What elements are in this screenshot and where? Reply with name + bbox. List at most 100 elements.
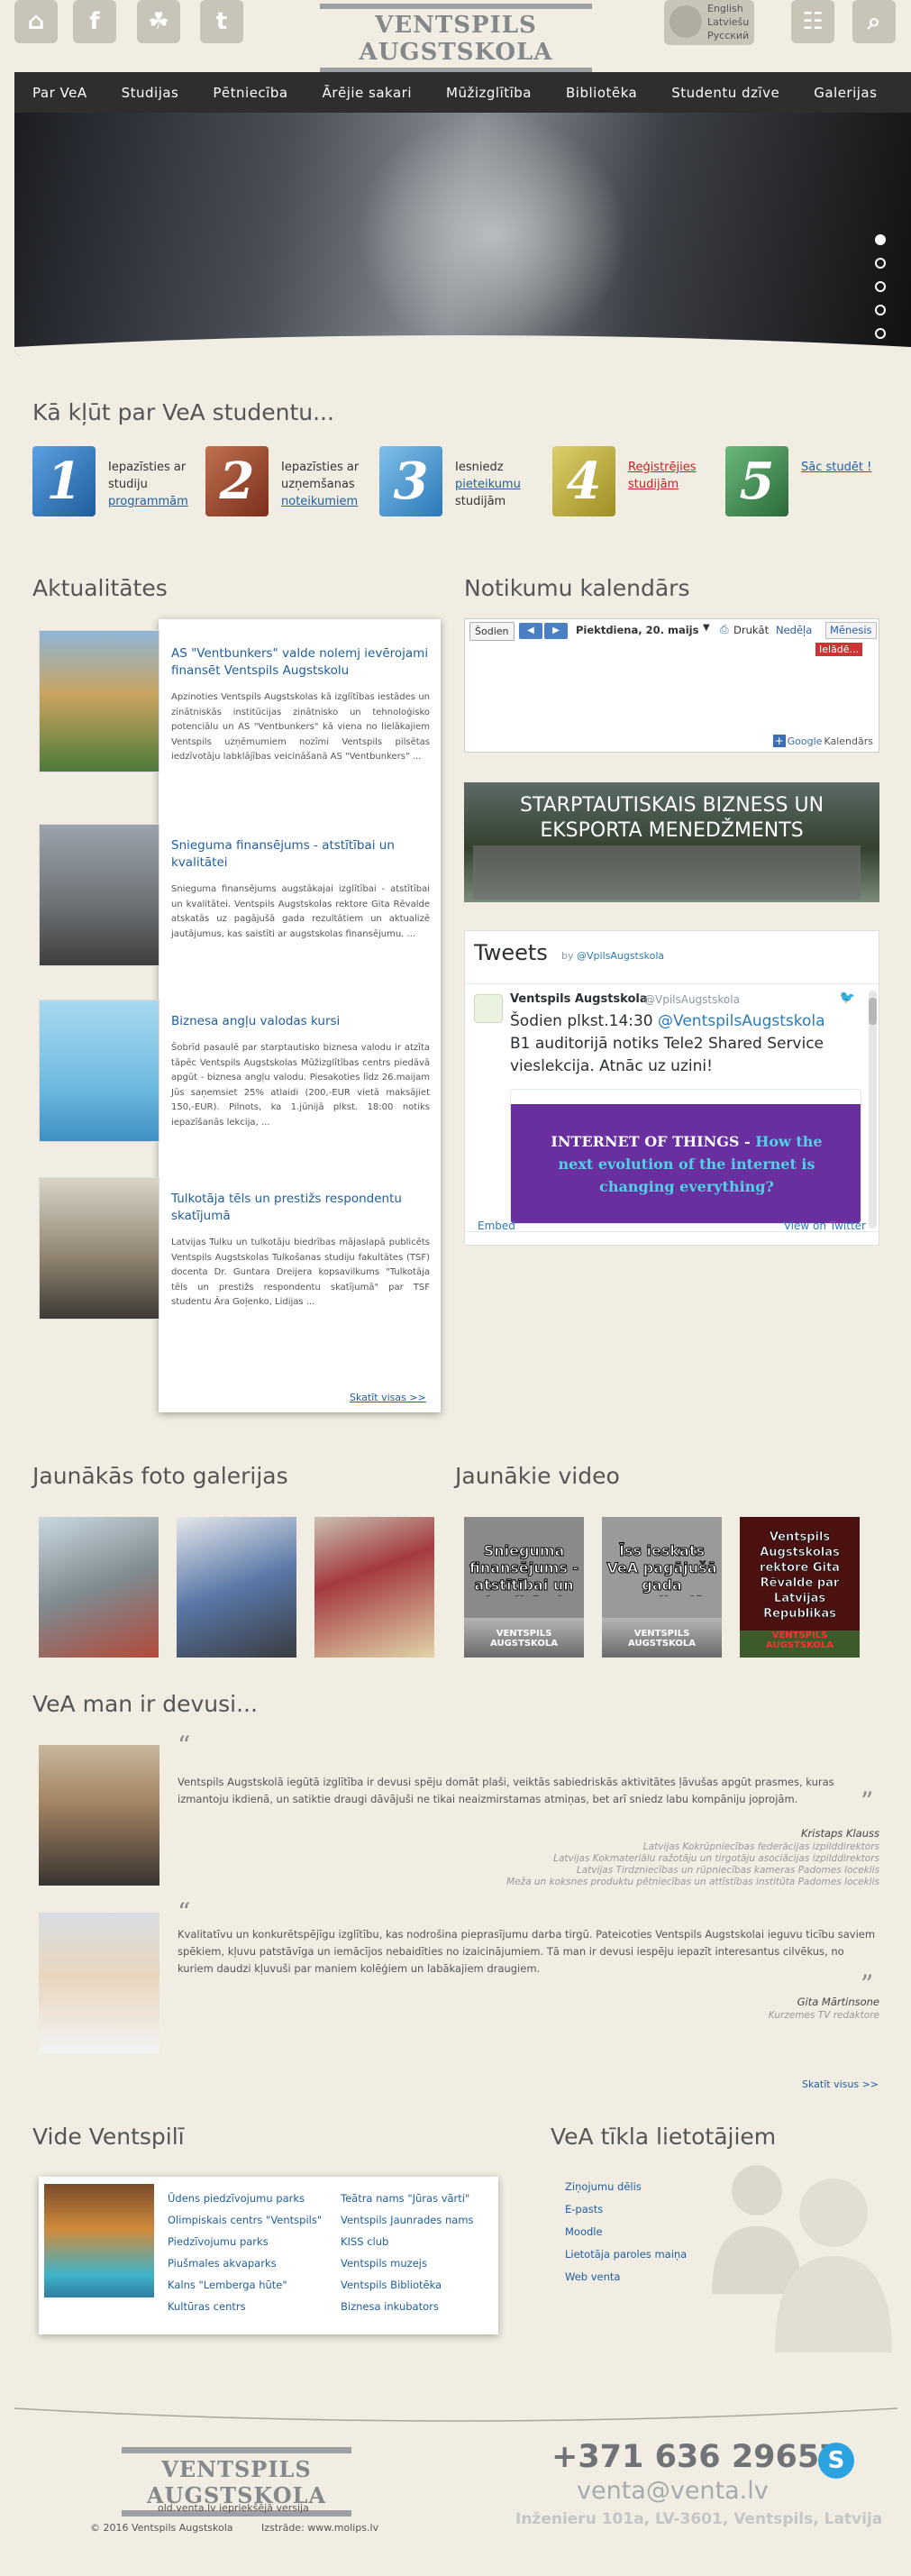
footer-email[interactable]: venta@venta.lv	[577, 2477, 769, 2505]
network-link[interactable]: Moodle	[565, 2225, 603, 2238]
vide-link[interactable]: Teātra nams "Jūras vārti"	[341, 2192, 469, 2205]
news-item-title[interactable]: AS "Ventbunkers" valde nolemj ievērojami…	[171, 645, 430, 680]
program-banner[interactable]: STARPTAUTISKAIS BIZNESS UN EKSPORTA MENE…	[464, 782, 879, 902]
facebook-icon[interactable]: f	[73, 0, 116, 43]
slider-dot-2[interactable]	[875, 258, 886, 269]
calendar-prev-button[interactable]: ◀	[519, 623, 542, 639]
nav-item-studentu-dzive[interactable]: Studentu dzīve	[653, 85, 796, 101]
tweet-mention[interactable]: @VentspilsAugstskola	[658, 1012, 825, 1030]
vide-link[interactable]: Ventspils Jaunrades nams	[341, 2214, 474, 2226]
vide-link[interactable]: Biznesa inkubators	[341, 2300, 439, 2313]
news-title: Aktualitātes	[32, 575, 168, 601]
logo-text: VENTSPILS AUGSTSKOLA	[359, 12, 553, 66]
nav-item-petnieciba[interactable]: Pētniecība	[195, 85, 304, 101]
news-image[interactable]	[39, 630, 159, 772]
vide-link[interactable]: Piušmales akvaparks	[168, 2257, 277, 2270]
calendar-date[interactable]: Piektdiena, 20. maijs	[576, 624, 698, 636]
tweet-card[interactable]: INTERNET OF THINGS - How the next evolut…	[510, 1089, 861, 1224]
twitter-icon[interactable]: t	[200, 0, 243, 43]
news-item[interactable]: Tulkotāja tēls un prestižs respondentu s…	[171, 1191, 430, 1311]
step-4[interactable]: 4 Reģistrējies studijām	[552, 446, 715, 518]
tweet-author[interactable]: Ventspils Augstskola	[510, 992, 648, 1006]
slider-dot-1[interactable]	[875, 234, 886, 245]
news-item[interactable]: Snieguma finansējums - atstītībai un kva…	[171, 837, 430, 942]
printer-icon[interactable]: ⎙	[720, 623, 729, 636]
sitemap-icon[interactable]: ☷	[791, 0, 834, 43]
news-item[interactable]: AS "Ventbunkers" valde nolemj ievērojami…	[171, 645, 430, 765]
gallery-thumb[interactable]	[177, 1517, 296, 1658]
vide-image[interactable]	[44, 2184, 154, 2297]
network-link[interactable]: E-pasts	[565, 2203, 603, 2215]
calendar-month-tab[interactable]: Mēnesis	[825, 622, 877, 639]
footer-made-by[interactable]: Izstrāde: www.molips.lv	[261, 2522, 378, 2534]
network-link[interactable]: Ziņojumu dēlis	[565, 2180, 642, 2193]
home-icon[interactable]: ⌂	[14, 0, 58, 43]
vide-link[interactable]: Kultūras centrs	[168, 2300, 246, 2313]
search-icon[interactable]: ⌕	[852, 0, 896, 43]
nav-item-par-vea[interactable]: Par VeA	[14, 85, 104, 101]
network-link[interactable]: Web venta	[565, 2270, 620, 2283]
site-logo[interactable]: VENTSPILS AUGSTSKOLA	[320, 4, 592, 73]
vide-link[interactable]: Ūdens piedzīvojumu parks	[168, 2192, 305, 2205]
lang-russian[interactable]: Русский	[707, 29, 749, 42]
step-link[interactable]: programmām	[108, 495, 188, 508]
news-item-title[interactable]: Biznesa angļu valodas kursi	[171, 1013, 430, 1030]
vide-link[interactable]: Ventspils Bibliotēka	[341, 2279, 442, 2291]
testimonials-more-link[interactable]: Skatīt visus >>	[802, 2078, 879, 2090]
hero-slider[interactable]	[14, 113, 911, 356]
video-thumb[interactable]: Īss ieskats VeA pagājušā gada paveiktajā…	[602, 1517, 722, 1658]
testimonial-text: Kvalitatīvu un konkurētspējīgu izglītību…	[178, 1928, 876, 1975]
step-5[interactable]: 5 Sāc studēt !	[725, 446, 888, 518]
news-item-title[interactable]: Snieguma finansējums - atstītībai un kva…	[171, 837, 430, 872]
step-3[interactable]: 3 Iesniedz pieteikumu studijām	[379, 446, 542, 518]
avatar[interactable]	[474, 994, 503, 1023]
news-image[interactable]	[39, 824, 159, 966]
network-link[interactable]: Lietotāja paroles maiņa	[565, 2248, 687, 2261]
calendar-next-button[interactable]: ▶	[544, 623, 568, 639]
news-image[interactable]	[39, 1000, 159, 1142]
vide-link[interactable]: KISS club	[341, 2235, 388, 2248]
tweets-handle-link[interactable]: @VpilsAugstskola	[577, 950, 664, 962]
news-more-link[interactable]: Skatīt visas >>	[350, 1392, 426, 1403]
calendar-brand-suffix: Kalendārs	[824, 735, 873, 747]
lang-english[interactable]: English	[707, 2, 749, 15]
gallery-thumb[interactable]	[314, 1517, 434, 1658]
tweet-author-handle[interactable]: @VpilsAugstskola	[644, 993, 740, 1006]
nav-item-muzizglitiba[interactable]: Mūžizglītība	[428, 85, 548, 101]
nav-item-studijas[interactable]: Studijas	[104, 85, 196, 101]
video-thumb[interactable]: Snieguma finansējums - atstītībai un kva…	[464, 1517, 584, 1658]
step-link[interactable]: Reģistrējies studijām	[628, 461, 697, 491]
tweets-scrollbar[interactable]	[869, 991, 877, 1229]
skype-icon[interactable]: S	[818, 2443, 854, 2479]
chevron-down-icon[interactable]: ▼	[703, 623, 710, 633]
news-image[interactable]	[39, 1177, 159, 1320]
tweets-embed-link[interactable]: Embed	[478, 1219, 515, 1232]
step-link[interactable]: pieteikumu	[455, 478, 521, 491]
nav-item-arejie-sakari[interactable]: Ārējie sakari	[305, 85, 428, 101]
calendar-print-link[interactable]: Drukāt	[733, 624, 769, 636]
calendar-today-button[interactable]: Šodien	[469, 622, 515, 641]
step-number: 5	[725, 446, 788, 516]
step-link[interactable]: Sāc studēt !	[801, 461, 871, 474]
tweets-view-link[interactable]: View on Twitter	[784, 1219, 866, 1232]
news-item[interactable]: Biznesa angļu valodas kursi Šobrīd pasau…	[171, 1013, 430, 1130]
vide-link[interactable]: Ventspils muzejs	[341, 2257, 427, 2270]
draugiem-icon[interactable]: ☘	[137, 0, 180, 43]
step-1[interactable]: 1 Iepazīsties ar studiju programmām	[32, 446, 195, 518]
gallery-thumb[interactable]	[39, 1517, 159, 1658]
nav-item-biblioteka[interactable]: Bibliotēka	[548, 85, 653, 101]
slider-dot-4[interactable]	[875, 305, 886, 315]
vide-link[interactable]: Kalns "Lemberga hūte"	[168, 2279, 287, 2291]
google-calendar-badge[interactable]: + Google Kalendārs	[772, 735, 873, 747]
slider-dot-3[interactable]	[875, 281, 886, 292]
lang-latviesu[interactable]: Latviešu	[707, 15, 749, 29]
news-item-title[interactable]: Tulkotāja tēls un prestižs respondentu s…	[171, 1191, 430, 1225]
footer-old-site-link[interactable]: old.venta.lv iepriekšējā versija	[158, 2502, 309, 2514]
vide-link[interactable]: Piedzīvojumu parks	[168, 2235, 269, 2248]
calendar-week-tab[interactable]: Nedēļa	[776, 624, 812, 636]
vide-link[interactable]: Olimpiskais centrs "Ventspils"	[168, 2214, 322, 2226]
step-2[interactable]: 2 Iepazīsties ar uzņemšanas noteikumiem	[205, 446, 368, 518]
nav-item-galerijas[interactable]: Galerijas	[796, 85, 893, 101]
video-thumb[interactable]: Ventspils Augstskolas rektore Gita Rēval…	[740, 1517, 860, 1658]
step-link[interactable]: noteikumiem	[281, 495, 358, 508]
